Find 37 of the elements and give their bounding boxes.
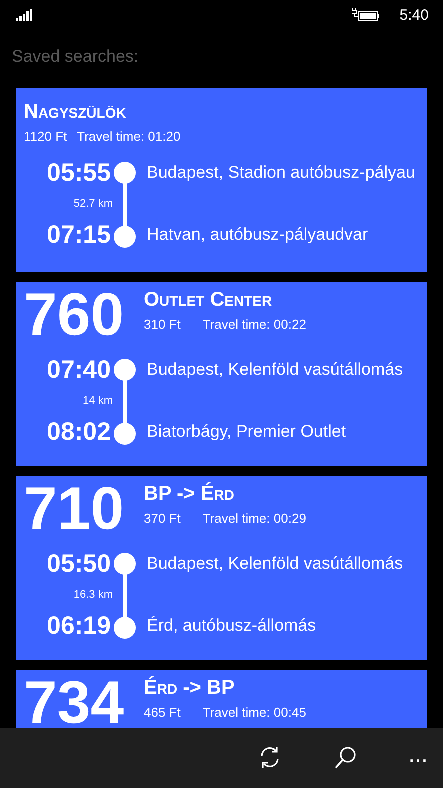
search-title: Érd -> BP	[144, 676, 236, 700]
route-number: 760	[24, 284, 126, 346]
search-title: Nagyszülök	[24, 100, 128, 124]
travel-time: Travel time: 00:45	[202, 705, 306, 720]
section-heading: Saved searches:	[12, 47, 140, 68]
search-icon	[332, 745, 359, 771]
distance-text: 14 km	[82, 395, 114, 407]
departure-time: 05:50	[46, 549, 112, 579]
route-number: 734	[24, 672, 126, 728]
arrival-time: 06:19	[46, 611, 112, 641]
search-title: BP -> Érd	[144, 482, 236, 506]
travel-time: Travel time: 01:20	[77, 129, 181, 144]
travel-time: Travel time: 00:22	[202, 317, 306, 332]
stop-name: Biatorbágy, Premier Outlet	[147, 421, 348, 443]
arrival-time: 07:15	[46, 220, 112, 250]
price-text: 465 Ft	[144, 705, 181, 720]
price-text: 370 Ft	[144, 511, 181, 526]
stop-name: Budapest, Stadion autóbusz-pályau	[147, 162, 416, 184]
stop-name: Érd, autóbusz-állomás	[147, 615, 318, 637]
more-button[interactable]: ...	[404, 740, 435, 776]
search-title: Outlet Center	[144, 288, 274, 312]
distance-text: 52.7 km	[72, 198, 114, 210]
stop-name: Hatvan, autóbusz-pályaudvar	[147, 224, 370, 246]
distance-text: 16.3 km	[72, 589, 114, 601]
price-text: 310 Ft	[144, 317, 181, 332]
stop-name: Budapest, Kelenföld vasútállomás	[147, 553, 404, 575]
price-text: 1120 Ft	[24, 129, 68, 144]
status-time: 5:40	[400, 6, 429, 24]
battery-icon	[352, 8, 380, 22]
search-card[interactable]: Nagyszülök 1120 Ft Travel time: 01:20 05:55 Budapest, Stadion autóbusz-pályau 52.7 km 07:15 Hatvan, autóbusz-pályaudvar	[16, 88, 427, 272]
arrival-time: 08:02	[46, 417, 112, 447]
route-number: 710	[24, 478, 126, 540]
travel-time: Travel time: 00:29	[202, 511, 306, 526]
departure-time: 05:55	[46, 158, 112, 188]
departure-time: 07:40	[46, 355, 112, 385]
signal-icon	[16, 9, 33, 21]
stop-name: Budapest, Kelenföld vasútállomás	[147, 359, 404, 381]
